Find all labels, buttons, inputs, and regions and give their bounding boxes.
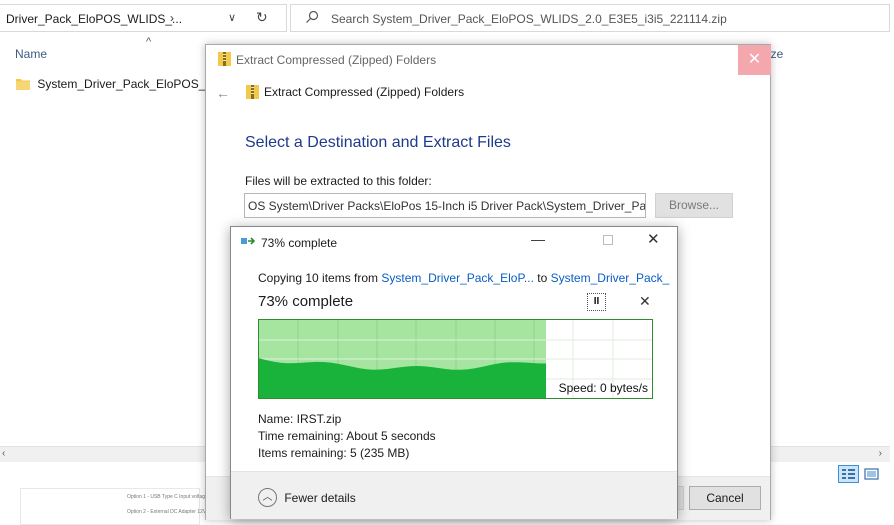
extract-close-button[interactable]: ✕ [738,45,771,75]
search-input[interactable]: Search System_Driver_Pack_EloPOS_WLIDS_2… [290,4,890,32]
folder-icon [16,78,30,90]
extract-titlebar[interactable]: Extract Compressed (Zipped) Folders ✕ [206,45,771,75]
source-folder-link[interactable]: System_Driver_Pack_EloP... [381,271,534,285]
copy-body: Copying 10 items from System_Driver_Pack… [231,257,677,471]
chevron-up-icon: ︿ [258,488,277,507]
copy-to-text: to [533,271,551,285]
large-icons-view-icon [864,468,879,480]
fewer-details-label: Fewer details [284,490,356,505]
scroll-left-icon[interactable]: ‹ [2,448,5,459]
copy-progress-icon [241,237,256,245]
copy-prefix: Copying 10 items from [258,271,382,285]
destination-path-value: OS System\Driver Packs\EloPos 15-Inch i5… [248,199,646,213]
search-icon [306,10,319,23]
copy-status-line: Copying 10 items from System_Driver_Pack… [258,271,669,285]
preview-text-line: Option 1 - USB Type C Input voltage [127,494,208,500]
destination-path-input[interactable]: OS System\Driver Packs\EloPos 15-Inch i5… [244,193,646,218]
back-arrow-icon[interactable]: ← [216,85,230,101]
close-icon[interactable]: ✕ [647,230,660,248]
wizard-heading: Extract Compressed (Zipped) Folders [264,85,465,99]
preview-text-line: Option 2 - External DC Adapter 12V [127,509,207,515]
pause-button[interactable]: II [587,293,606,311]
fewer-details-button[interactable]: ︿ Fewer details [258,488,356,508]
pause-icon: II [593,296,600,307]
sort-ascending-icon: ^ [146,36,152,48]
main-instruction: Select a Destination and Extract Files [245,134,511,151]
browse-button[interactable]: Browse... [655,193,733,218]
cancel-copy-icon[interactable]: ✕ [639,293,651,310]
extract-window-title: Extract Compressed (Zipped) Folders [236,53,437,67]
thumbnail-preview: Option 1 - USB Type C Input voltage Opti… [20,488,208,525]
copy-footer: ︿ Fewer details [231,471,677,519]
items-remaining: Items remaining: 5 (235 MB) [258,446,410,460]
address-bar[interactable]: Driver_Pack_EloPOS_WLIDS_... › ∨ ↻ [0,4,287,32]
destination-label: Files will be extracted to this folder: [245,174,432,188]
details-view-icon [842,469,855,479]
time-remaining: Time remaining: About 5 seconds [258,429,436,443]
cancel-button[interactable]: Cancel [689,486,761,510]
zip-folder-icon [246,85,259,99]
scroll-right-icon[interactable]: › [879,448,882,459]
zip-folder-icon [218,52,231,66]
transfer-rate-graph: Speed: 0 bytes/s [258,319,653,399]
maximize-icon[interactable] [603,235,613,245]
copy-window-title: 73% complete [261,236,338,250]
current-file-name: Name: IRST.zip [258,412,342,426]
transfer-speed: Speed: 0 bytes/s [558,381,648,395]
breadcrumb-chevron-icon[interactable]: › [170,11,174,25]
percent-complete: 73% complete [258,293,354,310]
copy-details: Name: IRST.zip Time remaining: About 5 s… [258,411,436,462]
details-view-button[interactable] [838,465,859,483]
address-dropdown-icon[interactable]: ∨ [228,11,236,24]
column-header-name[interactable]: Name [15,47,47,61]
refresh-icon[interactable]: ↻ [256,9,268,26]
search-placeholder: Search System_Driver_Pack_EloPOS_WLIDS_2… [331,12,727,26]
destination-folder-link[interactable]: System_Driver_Pack_ [551,271,670,285]
copy-progress-dialog: 73% complete — ✕ Copying 10 items from S… [230,226,678,519]
file-name: System_Driver_Pack_EloPOS_WL [37,76,224,91]
address-path[interactable]: Driver_Pack_EloPOS_WLIDS_... [6,12,182,26]
large-icons-view-button[interactable] [862,465,881,483]
minimize-icon[interactable]: — [531,231,545,247]
file-list-item[interactable]: System_Driver_Pack_EloPOS_WL [16,76,223,92]
